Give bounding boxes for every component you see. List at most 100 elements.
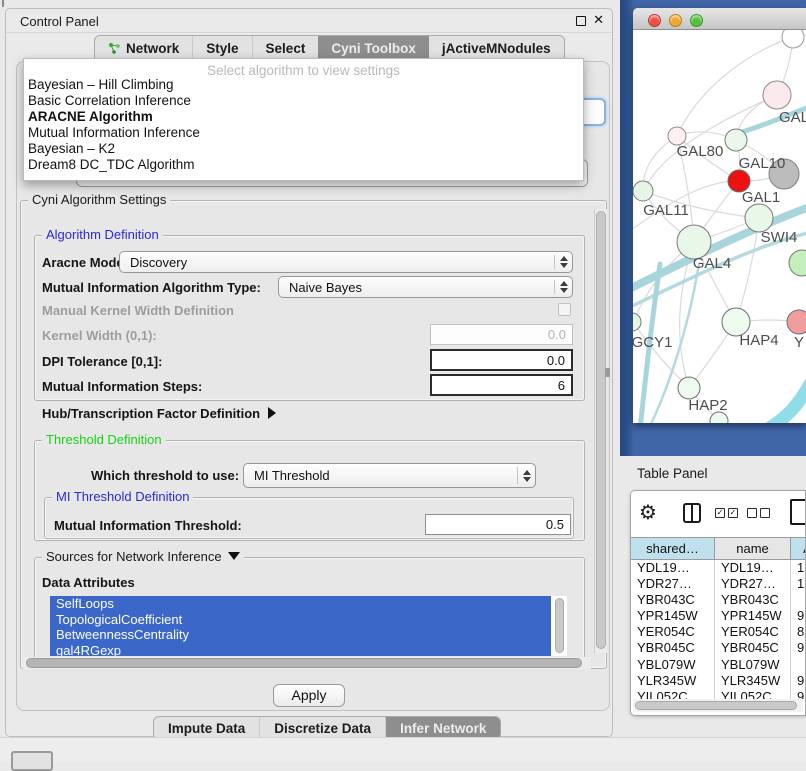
algorithm-option[interactable]: Dream8 DC_TDC Algorithm — [24, 157, 583, 173]
sources-title: Sources for Network Inference — [42, 549, 244, 564]
table-row[interactable]: YDR27…YDR27…12 — [631, 576, 806, 592]
split-columns-icon[interactable] — [683, 503, 701, 523]
table-cell: 13 — [791, 560, 806, 576]
manual-kernel-label: Manual Kernel Width Definition — [42, 303, 234, 318]
table-cell: YPR145W — [715, 608, 791, 624]
tab-label: Discretize Data — [274, 721, 371, 736]
popup-item-list: Bayesian – Hill ClimbingBasic Correlatio… — [24, 77, 583, 173]
dpi-tolerance-field[interactable]: 0.0 — [430, 349, 573, 371]
node-label: HAP4 — [739, 332, 778, 349]
tab-label: Cyni Toolbox — [331, 41, 416, 56]
settings-horizontal-scrollbar[interactable] — [23, 657, 591, 669]
algorithm-option[interactable]: ARACNE Algorithm — [24, 109, 583, 125]
close-traffic-light[interactable] — [648, 14, 661, 27]
network-node[interactable] — [789, 250, 806, 276]
table-cell: YLR345W — [631, 673, 715, 689]
zoom-traffic-light[interactable] — [690, 14, 703, 27]
column-header-name[interactable]: name — [715, 537, 791, 560]
minimize-traffic-light[interactable] — [669, 14, 682, 27]
deselect-all-checkboxes-icon[interactable] — [747, 508, 770, 518]
table-cell: 8. — [791, 624, 806, 640]
table-cell: YDR27… — [631, 576, 715, 592]
node-label: GAL4 — [693, 255, 731, 272]
threshold-definition-title: Threshold Definition — [42, 432, 166, 447]
aracne-mode-combo[interactable]: Discovery — [119, 251, 573, 273]
network-node[interactable] — [633, 313, 641, 331]
network-node[interactable] — [763, 81, 791, 109]
network-node[interactable] — [745, 204, 773, 232]
panel-splitter-handle[interactable] — [605, 368, 610, 377]
mi-type-combo[interactable]: Naive Bayes — [278, 276, 573, 298]
tab-impute-data[interactable]: Impute Data — [154, 717, 259, 739]
tab-infer-network[interactable]: Infer Network — [385, 717, 500, 739]
gear-icon[interactable]: ⚙ — [639, 500, 657, 525]
select-all-checkboxes-icon[interactable]: ✓ ✓ — [715, 508, 738, 518]
table-cell: 9. — [791, 640, 806, 656]
hub-definition-expander[interactable]: Hub/Transcription Factor Definition — [42, 406, 276, 421]
table-row[interactable]: YBR045CYBR045C9. — [631, 640, 806, 656]
which-threshold-combo[interactable]: MI Threshold — [243, 463, 536, 488]
tab-label: Impute Data — [168, 721, 245, 736]
checked-box-icon: ✓ — [715, 508, 725, 518]
network-node[interactable] — [633, 181, 653, 201]
network-node[interactable] — [787, 310, 806, 334]
column-header-shared[interactable]: shared… — [631, 537, 715, 560]
network-node[interactable] — [725, 129, 747, 151]
float-panel-icon[interactable] — [576, 16, 586, 26]
kernel-width-field: 0.0 — [430, 324, 573, 345]
attribute-list-item[interactable]: BetweennessCentrality — [50, 627, 551, 643]
network-icon — [108, 42, 121, 55]
column-header-partial[interactable]: A — [791, 537, 806, 560]
table-row[interactable]: YBR043CYBR043C — [631, 592, 806, 608]
node-label: GCY1 — [633, 334, 672, 351]
table-cell: YBL079W — [631, 657, 715, 673]
data-attributes-list[interactable]: SelfLoopsTopologicalCoefficientBetweenne… — [50, 596, 567, 656]
tab-discretize-data[interactable]: Discretize Data — [259, 717, 385, 739]
node-table-card: ⚙ ✓ ✓ shared… name A YDL19…YDL19…13YDR27… — [630, 490, 806, 716]
control-panel-window: Control Panel ✕ Network Style Select — [5, 8, 613, 737]
aracne-mode-value: Discovery — [120, 255, 554, 270]
node-label: HAP2 — [688, 397, 727, 414]
algorithm-option[interactable]: Bayesian – K2 — [24, 141, 583, 157]
algorithm-option[interactable]: Bayesian – Hill Climbing — [24, 77, 583, 93]
network-node[interactable] — [677, 225, 711, 259]
corner-widget[interactable] — [11, 751, 53, 771]
apply-button[interactable]: Apply — [273, 684, 345, 707]
hub-definition-label: Hub/Transcription Factor Definition — [42, 406, 260, 421]
attribute-list-item[interactable]: TopologicalCoefficient — [50, 612, 551, 628]
tab-label: Infer Network — [400, 721, 486, 736]
table-panel: Table Panel ⚙ ✓ ✓ shared… name A — [620, 456, 806, 762]
close-icon[interactable]: ✕ — [593, 12, 604, 28]
manual-kernel-checkbox[interactable] — [558, 303, 571, 316]
list-scrollbar[interactable] — [555, 598, 564, 653]
checked-box-icon: ✓ — [728, 508, 738, 518]
network-node[interactable] — [678, 377, 700, 399]
tab-label: jActiveMNodules — [442, 41, 551, 56]
document-icon[interactable] — [790, 499, 806, 525]
algorithm-option[interactable]: Mutual Information Inference — [24, 125, 583, 141]
table-cell: 12 — [791, 576, 806, 592]
network-canvas[interactable]: GALGAL80GAL10GAL1GAL11SWI4GAL4GCY1HAP4YH… — [633, 30, 806, 423]
attribute-list-item[interactable]: gal4RGexp — [50, 643, 551, 657]
table-cell — [791, 592, 806, 608]
attribute-list-item[interactable]: SelfLoops — [50, 596, 551, 612]
settings-vertical-scrollbar[interactable] — [594, 209, 607, 653]
network-edge[interactable] — [633, 322, 689, 388]
mi-threshold-field[interactable]: 0.5 — [425, 514, 571, 535]
table-row[interactable]: YER054CYER054C8. — [631, 624, 806, 640]
mi-type-value: Naive Bayes — [279, 280, 554, 295]
table-row[interactable]: YLR345WYLR345W9. — [631, 673, 806, 689]
tab-label: Select — [266, 41, 306, 56]
kernel-width-label: Kernel Width (0,1): — [42, 328, 157, 343]
table-horizontal-scrollbar[interactable] — [633, 699, 803, 712]
table-row[interactable]: YDL19…YDL19…13 — [631, 560, 806, 576]
table-cell: YER054C — [715, 624, 791, 640]
algorithm-option[interactable]: Basic Correlation Inference — [24, 93, 583, 109]
network-edge[interactable] — [766, 384, 806, 423]
mi-steps-field[interactable]: 6 — [430, 374, 573, 396]
table-row[interactable]: YPR145WYPR145W9. — [631, 608, 806, 624]
table-row[interactable]: YBL079WYBL079W — [631, 657, 806, 673]
network-node[interactable] — [782, 30, 804, 48]
mi-threshold-label: Mutual Information Threshold: — [54, 518, 242, 533]
cursor-tick — [2, 0, 4, 7]
